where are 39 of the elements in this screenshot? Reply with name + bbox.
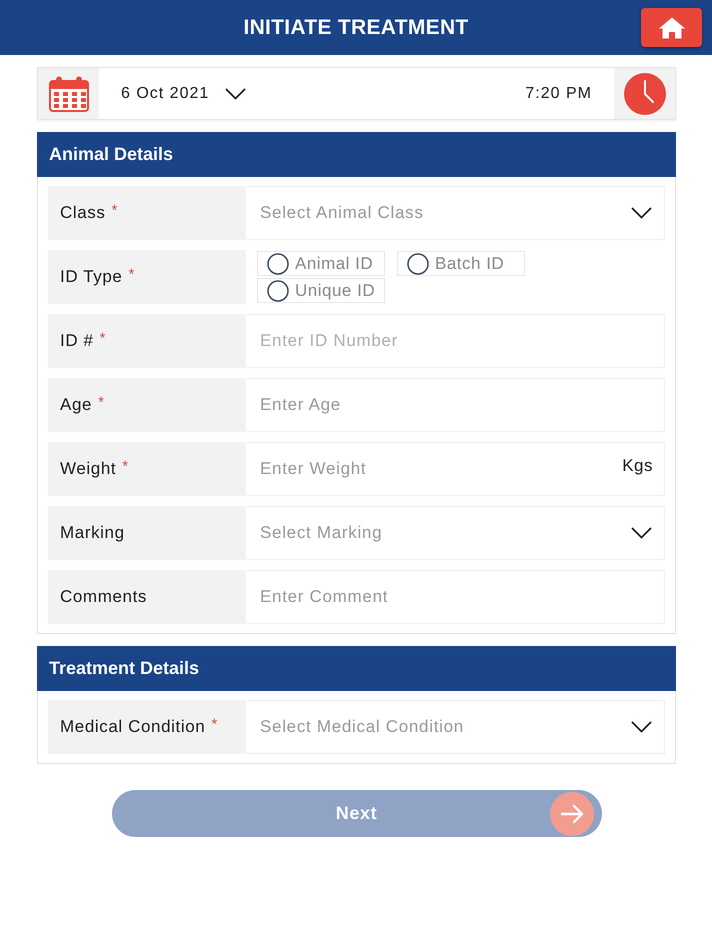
required-asterisk: * (211, 716, 218, 732)
select-field[interactable]: Select Animal Class (246, 186, 665, 240)
clock-button[interactable] (614, 68, 675, 119)
date-dropdown[interactable]: 6 Oct 2021 (121, 80, 246, 106)
section-header: Treatment Details (37, 646, 676, 691)
field-label: Age (60, 395, 92, 415)
required-asterisk: * (122, 458, 129, 474)
page-title: INITIATE TREATMENT (243, 16, 469, 40)
field-label: ID Type (60, 267, 122, 287)
field-label: Weight (60, 459, 116, 479)
radio-option[interactable]: Batch ID (397, 251, 525, 276)
radio-option[interactable]: Unique ID (257, 278, 385, 303)
field-label: Marking (60, 523, 125, 543)
home-icon (658, 16, 684, 38)
required-asterisk: * (112, 202, 118, 218)
select-field[interactable]: Select Marking (246, 506, 665, 560)
calendar-button[interactable] (38, 68, 99, 119)
field-label: Comments (60, 587, 147, 607)
required-asterisk: * (128, 266, 135, 282)
unit-label: Kgs (622, 456, 653, 476)
home-button[interactable] (641, 8, 702, 47)
field-label: Medical Condition (60, 717, 206, 737)
chevron-down-icon (631, 207, 652, 219)
field-label: ID # (60, 331, 94, 351)
time-text[interactable]: 7:20 PM (525, 84, 592, 102)
chevron-down-icon (225, 88, 246, 100)
field-label: Class (60, 203, 106, 223)
calendar-icon (48, 76, 88, 112)
required-asterisk: * (100, 330, 106, 346)
chevron-down-icon (631, 527, 652, 539)
input-field[interactable]: Enter Comment (246, 570, 665, 624)
input-field[interactable]: Enter Age (246, 378, 665, 432)
arrow-right-icon (550, 792, 594, 836)
chevron-down-icon (631, 721, 652, 733)
clock-icon (624, 72, 666, 114)
section-header: Animal Details (37, 132, 676, 177)
radio-option[interactable]: Animal ID (257, 251, 385, 276)
required-asterisk: * (98, 394, 104, 410)
select-field[interactable]: Select Medical Condition (246, 700, 665, 754)
